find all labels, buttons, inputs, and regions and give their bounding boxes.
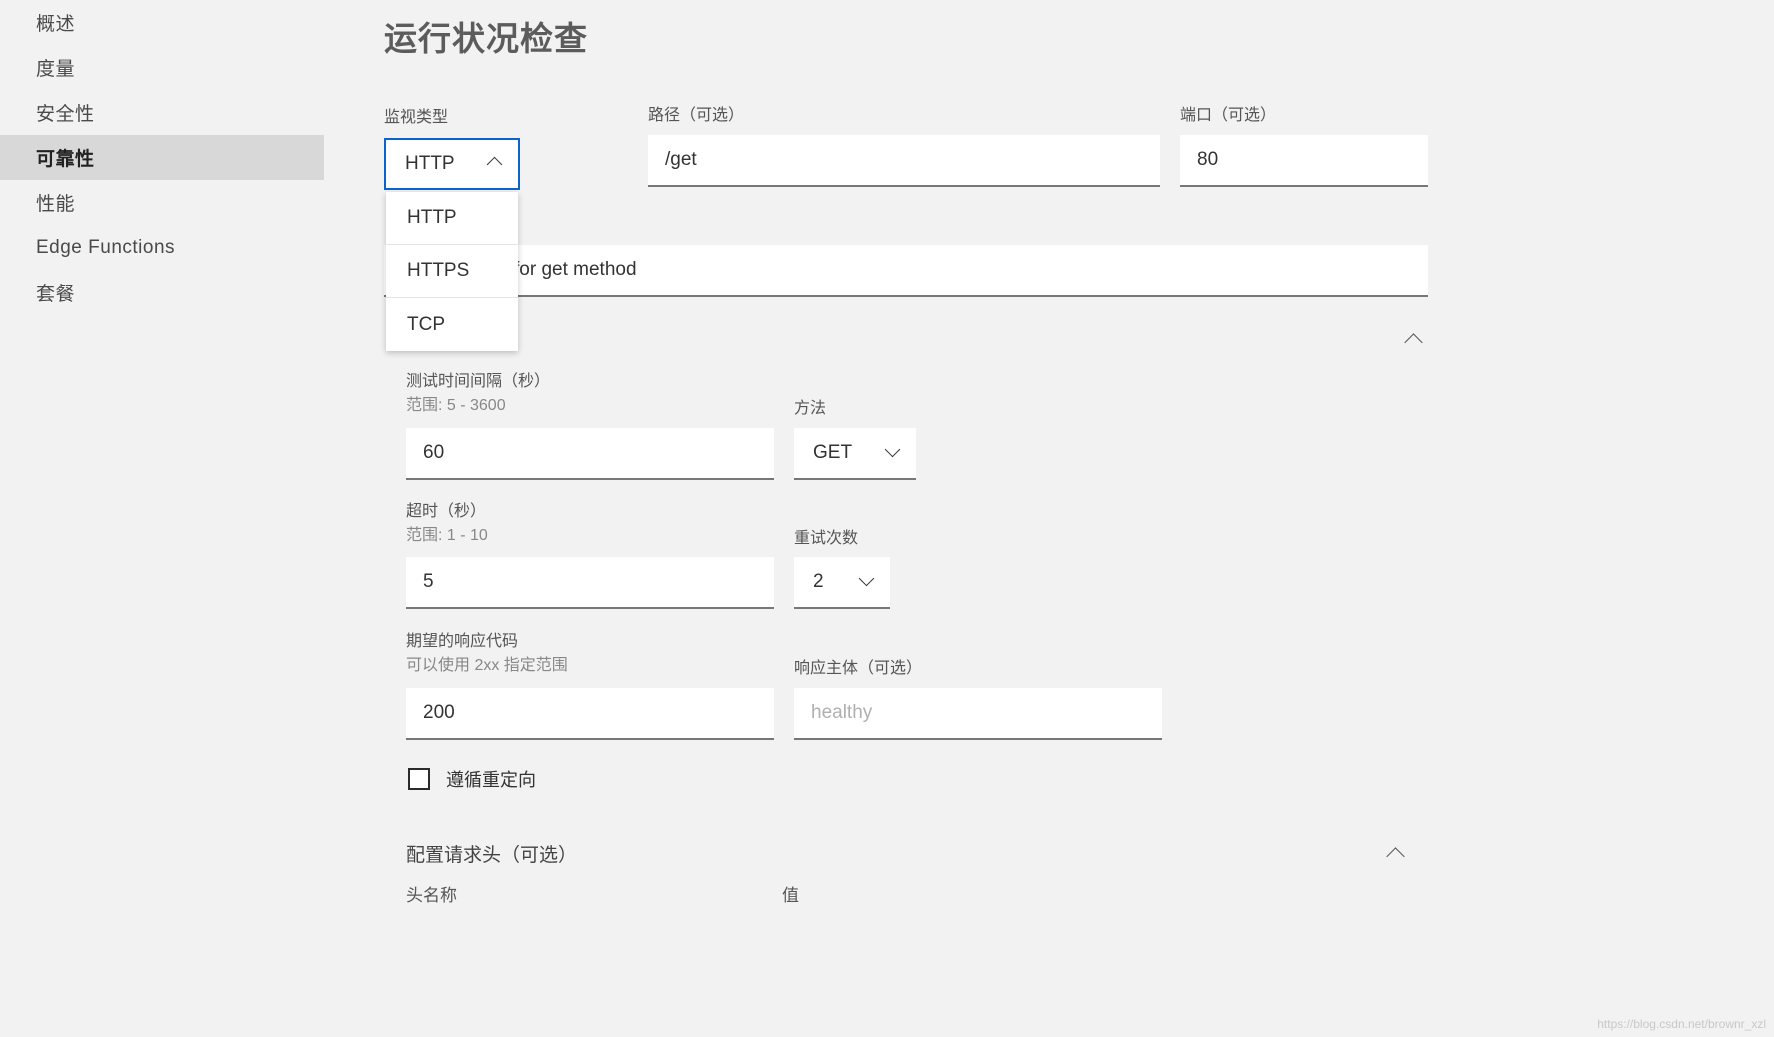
interval-label-group: 测试时间间隔（秒） 范围: 5 - 3600 [406,371,550,416]
response-body-label: 响应主体（可选） [794,660,923,677]
sidebar: 概述 度量 安全性 可靠性 性能 Edge Functions 套餐 [0,0,324,1037]
sidebar-item-plans[interactable]: 套餐 [0,270,324,315]
description-input[interactable] [384,245,1428,297]
timeout-label: 超时（秒） [406,503,487,520]
sidebar-item-reliability[interactable]: 可靠性 [0,135,324,180]
port-input[interactable] [1180,135,1428,187]
main-content: 运行状况检查 监视类型 路径（可选） 端口（可选） HTTP HTTP [324,0,1774,1037]
chevron-up-icon [488,156,504,172]
health-check-page: 概述 度量 安全性 可靠性 性能 Edge Functions 套餐 运行状况检… [0,0,1774,1037]
sidebar-item-label: 度量 [36,59,76,80]
sidebar-item-security[interactable]: 安全性 [0,90,324,135]
menu-item-http[interactable]: HTTP [386,192,518,245]
port-label: 端口（可选） [1180,107,1277,124]
menu-item-tcp[interactable]: TCP [386,298,518,351]
sidebar-item-metrics[interactable]: 度量 [0,45,324,90]
path-label: 路径（可选） [648,107,745,124]
interval-label: 测试时间间隔（秒） [406,373,551,390]
method-select[interactable]: GET [794,428,916,480]
timeout-input[interactable] [406,557,774,609]
follow-redirect-label: 遵循重定向 [446,770,536,790]
sidebar-item-label: 可靠性 [36,149,95,170]
page-title: 运行状况检查 [384,20,588,57]
sidebar-item-edge-functions[interactable]: Edge Functions [0,225,324,270]
menu-item-label: TCP [407,313,445,335]
timeout-label-group: 超时（秒） 范围: 1 - 10 [406,501,488,546]
menu-item-label: HTTPS [407,260,470,281]
retries-value: 2 [813,571,824,592]
follow-redirect-row[interactable]: 遵循重定向 [408,766,536,792]
interval-input[interactable] [406,428,774,480]
sidebar-item-label: 概述 [36,14,76,35]
sidebar-item-overview[interactable]: 概述 [0,0,324,45]
sidebar-item-label: 安全性 [36,104,95,125]
sidebar-item-label: 套餐 [36,284,76,305]
timeout-range-text: 范围: 1 - 10 [406,526,488,544]
monitor-type-value: HTTP [405,153,455,174]
path-input[interactable] [648,135,1160,187]
chevron-down-icon [860,574,876,590]
menu-item-label: HTTP [407,207,457,228]
headers-collapse-icon[interactable] [1386,844,1406,864]
menu-item-https[interactable]: HTTPS [386,245,518,298]
expected-code-label: 期望的响应代码 [406,633,519,650]
header-value-column-label: 值 [782,886,799,905]
header-name-column-label: 头名称 [406,886,457,905]
chevron-down-icon [886,445,902,461]
expected-code-hint: 可以使用 2xx 指定范围 [406,656,568,674]
section-collapse-icon[interactable] [1404,330,1424,350]
headers-section-header[interactable]: 配置请求头（可选） [406,840,1406,867]
sidebar-item-performance[interactable]: 性能 [0,180,324,225]
follow-redirect-checkbox[interactable] [408,768,430,790]
monitor-type-select[interactable]: HTTP [384,138,520,190]
headers-section-title: 配置请求头（可选） [406,845,578,866]
monitor-type-label: 监视类型 [384,109,449,126]
expected-code-input[interactable] [406,688,774,740]
monitor-type-dropdown-menu[interactable]: HTTP HTTPS TCP [386,192,518,351]
retries-label: 重试次数 [794,530,859,547]
method-label: 方法 [794,400,827,417]
sidebar-item-label: Edge Functions [36,236,176,258]
sidebar-item-label: 性能 [36,194,76,215]
method-value: GET [813,442,853,463]
response-body-input[interactable] [794,688,1162,740]
retries-select[interactable]: 2 [794,557,890,609]
expected-code-label-group: 期望的响应代码 可以使用 2xx 指定范围 [406,631,568,676]
watermark: https://blog.csdn.net/brownr_xzl [1597,1017,1766,1031]
interval-range-text: 范围: 5 - 3600 [406,396,506,414]
